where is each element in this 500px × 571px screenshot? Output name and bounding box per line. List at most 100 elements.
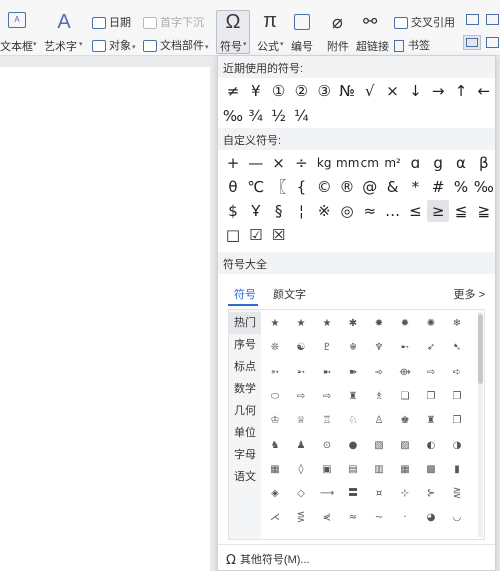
date-button[interactable]: 日期 (92, 14, 131, 30)
symbol-cell[interactable]: ¾ (245, 105, 267, 127)
symbol-cell[interactable]: ≈ (359, 200, 381, 222)
library-symbol-cell[interactable]: ⋌ (263, 506, 287, 530)
category-item[interactable]: 数学 (229, 378, 261, 400)
tab-emoticons[interactable]: 颜文字 (273, 286, 306, 302)
symbol-cell[interactable]: → (427, 80, 449, 102)
symbol-cell[interactable]: * (404, 176, 426, 198)
library-symbol-cell[interactable]: ◡ (445, 506, 469, 530)
symbol-cell[interactable]: — (245, 152, 267, 174)
symbol-cell[interactable]: α (450, 152, 472, 174)
symbol-cell[interactable]: g (427, 152, 449, 174)
category-item[interactable]: 序号 (229, 334, 261, 356)
crossref-button[interactable]: 交叉引用 (394, 14, 455, 30)
symbol-cell[interactable]: & (382, 176, 404, 198)
library-symbol-cell[interactable]: ✱ (341, 312, 365, 336)
object-button[interactable]: 对象▾ (92, 37, 136, 53)
library-symbol-cell[interactable]: ⇨ (419, 361, 443, 385)
hyperlink-button[interactable]: ⚯ 超链接 (356, 12, 389, 53)
library-symbol-cell[interactable]: ❒ (445, 385, 469, 409)
symbol-cell[interactable]: √ (359, 80, 381, 102)
other-symbols-button[interactable]: Ω 其他符号(M)... (218, 544, 495, 570)
symbol-cell[interactable]: ② (290, 80, 312, 102)
library-symbol-cell[interactable]: ☯ (289, 336, 313, 360)
library-symbol-cell[interactable]: ▦ (393, 458, 417, 482)
symbol-cell[interactable]: ¼ (290, 105, 312, 127)
attachment-button[interactable]: ⌀ 附件 (326, 12, 352, 53)
library-symbol-cell[interactable]: ✺ (419, 312, 443, 336)
symbol-cell[interactable]: № (336, 80, 358, 102)
layout-icon-1[interactable] (466, 14, 479, 25)
library-symbol-cell[interactable]: ✸ (367, 312, 391, 336)
library-symbol-cell[interactable]: ⊙ (315, 434, 339, 458)
symbol-cell[interactable]: ¥ (245, 80, 267, 102)
library-symbol-cell[interactable]: ♟ (289, 434, 313, 458)
library-symbol-cell[interactable]: ◈ (263, 482, 287, 506)
library-symbol-cell[interactable]: ♙ (367, 409, 391, 433)
library-symbol-cell[interactable]: ◑ (445, 434, 469, 458)
library-symbol-cell[interactable]: ♜ (341, 385, 365, 409)
library-symbol-cell[interactable]: ✹ (393, 312, 417, 336)
library-symbol-cell[interactable]: ♜ (419, 409, 443, 433)
symbol-button[interactable]: Ω 符号 ▾ (216, 10, 250, 54)
library-symbol-cell[interactable]: ♚ (393, 409, 417, 433)
category-item[interactable]: 字母 (229, 444, 261, 466)
symbol-cell[interactable]: … (382, 200, 404, 222)
library-symbol-cell[interactable]: ◊ (289, 458, 313, 482)
library-symbol-cell[interactable]: ➾ (367, 361, 391, 385)
symbol-cell[interactable]: × (382, 80, 404, 102)
symbol-cell[interactable]: ↑ (450, 80, 472, 102)
symbol-cell[interactable]: © (313, 176, 335, 198)
library-symbol-cell[interactable]: ▧ (367, 434, 391, 458)
library-symbol-cell[interactable]: ⋞ (315, 506, 339, 530)
symbol-cell[interactable]: θ (222, 176, 244, 198)
library-symbol-cell[interactable]: ❐ (445, 409, 469, 433)
library-symbol-cell[interactable]: ⋛ (445, 482, 469, 506)
symbol-cell[interactable]: ½ (268, 105, 290, 127)
library-symbol-cell[interactable]: ⇨ (289, 385, 313, 409)
category-item[interactable]: 语文 (229, 466, 261, 488)
library-scroll-thumb[interactable] (478, 314, 483, 384)
symbol-cell[interactable]: ※ (313, 200, 335, 222)
library-symbol-cell[interactable]: ♇ (315, 336, 339, 360)
library-symbol-cell[interactable]: ➳ (263, 361, 287, 385)
library-symbol-cell[interactable]: ◐ (419, 434, 443, 458)
symbol-cell[interactable]: ≥ (427, 200, 450, 222)
symbol-cell[interactable]: @ (359, 176, 381, 198)
library-symbol-cell[interactable]: ❄ (445, 312, 469, 336)
tab-symbols[interactable]: 符号 (234, 286, 256, 302)
symbol-cell[interactable]: ≦ (450, 200, 472, 222)
symbol-cell[interactable]: × (268, 152, 290, 174)
symbol-cell[interactable]: □ (222, 224, 244, 246)
document-area[interactable] (0, 57, 217, 571)
library-symbol-cell[interactable]: ⊱ (419, 482, 443, 506)
symbol-cell[interactable]: 〖 (268, 176, 290, 198)
symbol-cell[interactable]: $ (222, 200, 244, 222)
library-symbol-cell[interactable]: ⟴ (393, 361, 417, 385)
symbol-cell[interactable]: ≠ (222, 80, 244, 102)
symbol-cell[interactable]: ← (473, 80, 495, 102)
symbol-cell[interactable]: ℃ (245, 176, 267, 198)
library-symbol-cell[interactable]: ⬭ (263, 385, 287, 409)
library-symbol-cell[interactable]: ➪ (445, 361, 469, 385)
library-symbol-cell[interactable]: ⋚ (289, 506, 313, 530)
library-symbol-cell[interactable]: ★ (289, 312, 313, 336)
symbol-cell[interactable]: ≤ (404, 200, 426, 222)
library-symbol-cell[interactable]: ♘ (341, 409, 365, 433)
library-symbol-cell[interactable]: ▤ (341, 458, 365, 482)
library-symbol-cell[interactable]: ♖ (315, 409, 339, 433)
library-symbol-cell[interactable]: 〓 (341, 482, 365, 506)
textbox-button[interactable]: A 文本框 ▾ (0, 12, 37, 53)
dropcap-button[interactable]: 首字下沉 (143, 14, 204, 30)
library-symbol-cell[interactable]: ▥ (367, 458, 391, 482)
library-symbol-cell[interactable]: ▮ (445, 458, 469, 482)
category-item[interactable]: 标点 (229, 356, 261, 378)
library-symbol-cell[interactable]: ● (341, 434, 365, 458)
library-symbol-cell[interactable]: ♞ (263, 434, 287, 458)
library-symbol-cell[interactable]: ⟶ (315, 482, 339, 506)
symbol-cell[interactable]: mm (336, 152, 359, 174)
symbol-cell[interactable]: ¦ (290, 200, 312, 222)
symbol-cell[interactable]: ‰ (473, 176, 495, 198)
layout-icon-4[interactable] (486, 37, 499, 48)
symbol-cell[interactable]: ɑ (404, 152, 426, 174)
symbol-cell[interactable]: ◎ (336, 200, 358, 222)
